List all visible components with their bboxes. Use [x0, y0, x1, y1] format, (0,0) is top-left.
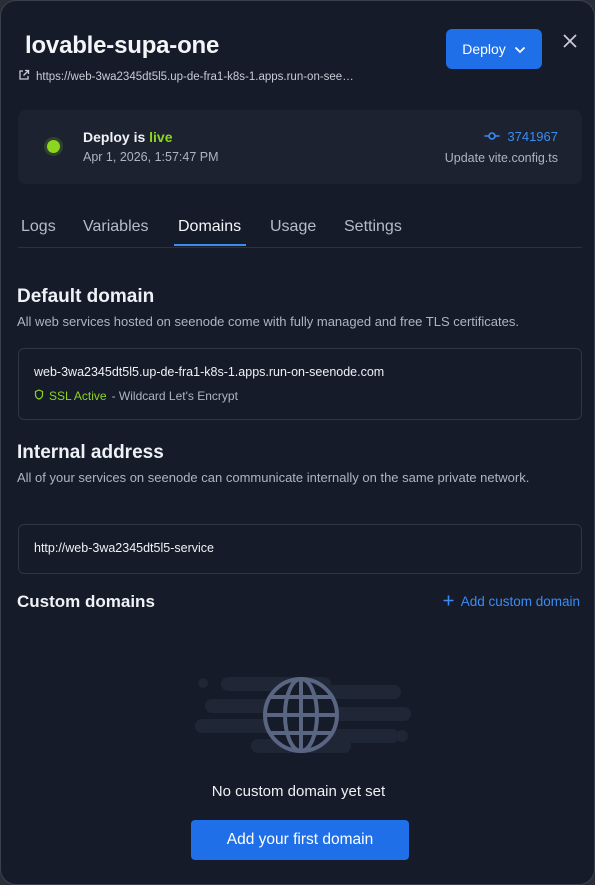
commit-hash: 3741967 — [507, 129, 558, 144]
default-domain-description: All web services hosted on seenode come … — [17, 314, 519, 329]
ssl-status: SSL Active - Wildcard Let's Encrypt — [34, 389, 238, 403]
active-tab-indicator — [174, 244, 246, 246]
default-domain-value[interactable]: web-3wa2345dt5l5.up-de-fra1-k8s-1.apps.r… — [34, 365, 384, 379]
globe-illustration — [191, 661, 421, 771]
globe-icon — [263, 677, 339, 753]
add-custom-domain-link[interactable]: Add custom domain — [443, 594, 580, 609]
internal-address-heading: Internal address — [17, 442, 164, 463]
service-url-link[interactable]: https://web-3wa2345dt5l5.up-de-fra1-k8s-… — [18, 69, 354, 84]
default-domain-box: web-3wa2345dt5l5.up-de-fra1-k8s-1.apps.r… — [18, 348, 582, 420]
tab-settings[interactable]: Settings — [344, 218, 402, 236]
deploy-state-prefix: Deploy is — [83, 129, 150, 145]
tab-domains[interactable]: Domains — [178, 218, 241, 236]
live-status-dot — [47, 140, 60, 153]
deploy-button-label: Deploy — [462, 41, 506, 57]
internal-address-box: http://web-3wa2345dt5l5-service — [18, 524, 582, 574]
empty-state-text: No custom domain yet set — [211, 783, 386, 800]
plus-icon — [443, 594, 454, 609]
ssl-active-label: SSL Active — [49, 389, 107, 403]
tab-usage[interactable]: Usage — [270, 218, 316, 236]
deploy-date: Apr 1, 2026, 1:57:47 PM — [83, 150, 219, 164]
add-custom-domain-label: Add custom domain — [460, 594, 580, 609]
internal-address-value[interactable]: http://web-3wa2345dt5l5-service — [34, 541, 214, 555]
custom-domains-heading: Custom domains — [17, 592, 155, 611]
commit-message: Update vite.config.ts — [444, 151, 558, 165]
deploy-button[interactable]: Deploy — [446, 29, 542, 69]
tab-bar: Logs Variables Domains Usage Settings — [18, 211, 582, 248]
tab-logs[interactable]: Logs — [21, 218, 56, 236]
ssl-detail: - Wildcard Let's Encrypt — [111, 389, 238, 403]
service-url-text: https://web-3wa2345dt5l5.up-de-fra1-k8s-… — [36, 70, 354, 83]
deploy-state-live: live — [149, 129, 173, 145]
add-first-domain-button[interactable]: Add your first domain — [191, 820, 409, 860]
deploy-status-card: Deploy is live Apr 1, 2026, 1:57:47 PM 3… — [18, 110, 582, 184]
close-icon[interactable] — [561, 32, 579, 50]
default-domain-heading: Default domain — [17, 286, 155, 307]
service-title: lovable-supa-one — [25, 32, 220, 59]
commit-icon — [484, 129, 500, 144]
external-link-icon — [18, 69, 30, 84]
commit-link[interactable]: 3741967 — [484, 129, 558, 144]
tab-variables[interactable]: Variables — [83, 218, 149, 236]
chevron-down-icon — [514, 41, 526, 57]
deploy-state: Deploy is live — [83, 129, 173, 145]
shield-icon — [34, 389, 44, 403]
internal-address-description: All of your services on seenode can comm… — [17, 470, 530, 485]
service-panel: lovable-supa-one https://web-3wa2345dt5l… — [0, 0, 595, 885]
